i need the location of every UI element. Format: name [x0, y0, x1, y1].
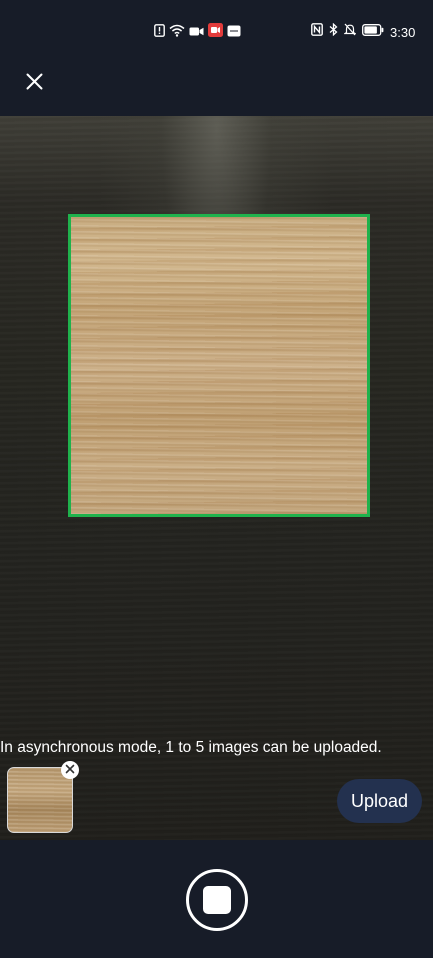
close-icon	[26, 73, 43, 95]
stop-capture-icon	[203, 886, 231, 914]
upload-hint: In asynchronous mode, 1 to 5 images can …	[0, 739, 382, 756]
status-right-icons: 3:30	[311, 22, 416, 41]
hd-icon	[227, 24, 241, 42]
close-button[interactable]	[18, 68, 50, 100]
status-left-icons	[154, 23, 241, 42]
camera-screen: 3:30 In asynchronous mode, 1 to 5 images…	[0, 0, 433, 958]
close-icon	[65, 761, 75, 779]
top-toolbar	[0, 58, 433, 116]
capture-button[interactable]	[186, 869, 248, 931]
nfc-icon	[311, 23, 323, 41]
mute-icon	[343, 23, 357, 41]
remove-thumbnail-button[interactable]	[61, 761, 79, 779]
status-time: 3:30	[390, 24, 416, 40]
sim-alert-icon	[154, 23, 165, 42]
bottom-bar	[0, 840, 433, 958]
crop-frame[interactable]	[68, 214, 370, 517]
screen-record-icon	[208, 23, 223, 42]
battery-icon	[362, 23, 384, 41]
upload-button[interactable]: Upload	[337, 779, 422, 823]
status-bar: 3:30	[0, 0, 433, 58]
camera-preview[interactable]: In asynchronous mode, 1 to 5 images can …	[0, 116, 433, 840]
wifi-icon	[169, 24, 185, 42]
video-icon	[189, 24, 204, 42]
bluetooth-icon	[329, 22, 338, 41]
captured-image-thumbnail[interactable]	[7, 767, 73, 833]
